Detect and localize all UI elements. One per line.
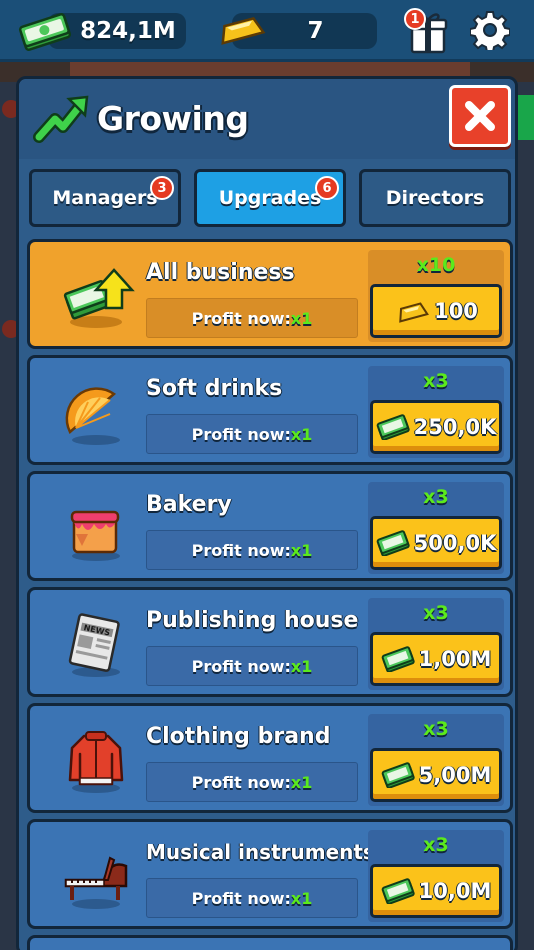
upgrade-row-musical-instruments: Musical instruments Profit now: x1 x3 10…	[27, 819, 513, 929]
cash-icon	[376, 530, 410, 556]
tab-upgrades[interactable]: Upgrades 6	[194, 169, 346, 227]
profit-multiplier: x1	[290, 656, 313, 676]
profit-label: Profit now: x1	[146, 414, 358, 454]
profit-prefix: Profit now:	[191, 424, 291, 444]
buy-area: x3 1,00M	[368, 598, 504, 690]
buy-area: x3 5,00M	[368, 714, 504, 806]
upgrade-multiplier: x10	[416, 254, 456, 276]
gold-balance-value: 7	[307, 18, 324, 44]
tab-bar: Managers 3 Upgrades 6 Directors	[29, 169, 511, 227]
upgrade-name: Musical instruments	[146, 840, 375, 864]
buy-price: 5,00M	[418, 763, 492, 787]
cash-icon	[381, 646, 415, 672]
newspaper-icon: NEWS	[68, 613, 120, 677]
buy-area: x3 250,0K	[368, 366, 504, 458]
cash-upgrade-icon	[63, 268, 135, 328]
profit-multiplier: x1	[290, 888, 313, 908]
buy-button-soft-drinks[interactable]: 250,0K	[370, 400, 502, 454]
buy-button-clothing-brand[interactable]: 5,00M	[370, 748, 502, 802]
cash-icon	[381, 762, 415, 788]
upgrade-name: Clothing brand	[146, 724, 331, 749]
profit-label: Profit now: x1	[146, 530, 358, 570]
cash-balance-value: 824,1M	[80, 18, 176, 44]
upgrade-row-bakery: Bakery Profit now: x1 x3 500,0K	[27, 471, 513, 581]
piano-icon	[64, 856, 128, 909]
growing-panel: Growing Managers 3 Upgrades 6 Directors	[16, 76, 518, 950]
panel-header: Growing	[19, 79, 515, 159]
buy-price: 10,0M	[418, 879, 492, 903]
close-icon	[465, 101, 495, 131]
gold-bar-icon	[221, 16, 266, 45]
upgrade-multiplier: x3	[423, 834, 449, 856]
upgrade-multiplier: x3	[423, 370, 449, 392]
upgrade-row-publishing-house: NEWS Publishing house Profit now: x1 x3	[27, 587, 513, 697]
buy-button-publishing-house[interactable]: 1,00M	[370, 632, 502, 686]
buy-area: x3 10,0M	[368, 830, 504, 922]
cash-stack-icon	[18, 13, 72, 51]
cake-icon	[70, 510, 120, 561]
profit-prefix: Profit now:	[191, 540, 291, 560]
gift-badge: 1	[404, 8, 426, 30]
upgrade-row-soft-drinks: Soft drinks Profit now: x1 x3 250,0K	[27, 355, 513, 465]
upgrade-row-all-business: All business Profit now: x1 x10 100	[27, 239, 513, 349]
tab-upgrades-badge: 6	[315, 176, 339, 200]
profit-multiplier: x1	[290, 540, 313, 560]
upgrade-name: Soft drinks	[146, 376, 283, 401]
cash-icon	[381, 878, 415, 904]
profit-prefix: Profit now:	[191, 772, 291, 792]
profit-prefix: Profit now:	[191, 888, 291, 908]
buy-button-all-business[interactable]: 100	[370, 284, 502, 338]
upgrade-name: Bakery	[146, 492, 232, 517]
tab-managers[interactable]: Managers 3	[29, 169, 181, 227]
profit-multiplier: x1	[290, 772, 313, 792]
profit-multiplier: x1	[290, 424, 313, 444]
tab-managers-label: Managers	[52, 187, 158, 209]
profit-multiplier: x1	[290, 308, 313, 328]
upgrade-name: All business	[146, 260, 295, 285]
trend-up-icon	[33, 95, 89, 143]
gear-icon[interactable]	[470, 10, 510, 50]
close-button[interactable]	[449, 85, 511, 147]
buy-area: x3 500,0K	[368, 482, 504, 574]
background-green-tab	[516, 95, 534, 140]
upgrade-multiplier: x3	[423, 602, 449, 624]
orange-slice-icon	[65, 387, 120, 445]
buy-area: x10 100	[368, 250, 504, 342]
upgrade-row-clothing-brand: Clothing brand Profit now: x1 x3 5,00M	[27, 703, 513, 813]
profit-prefix: Profit now:	[191, 308, 291, 328]
profit-prefix: Profit now:	[191, 656, 291, 676]
upgrade-multiplier: x3	[423, 486, 449, 508]
top-bar: 824,1M 7 1	[0, 0, 534, 62]
upgrade-multiplier: x3	[423, 718, 449, 740]
buy-price: 1,00M	[418, 647, 492, 671]
buy-price: 100	[434, 299, 478, 323]
tab-managers-badge: 3	[150, 176, 174, 200]
profit-label: Profit now: x1	[146, 762, 358, 802]
profit-label: Profit now: x1	[146, 298, 358, 338]
upgrade-list: All business Profit now: x1 x10 100 Soft…	[27, 239, 513, 950]
gold-bar-icon	[399, 302, 430, 323]
tab-upgrades-label: Upgrades	[218, 187, 322, 209]
upgrade-name: Publishing house	[146, 608, 359, 633]
buy-price: 500,0K	[413, 531, 497, 555]
buy-button-musical-instruments[interactable]: 10,0M	[370, 864, 502, 918]
panel-title: Growing	[97, 99, 249, 138]
buy-button-bakery[interactable]: 500,0K	[370, 516, 502, 570]
tab-directors-label: Directors	[385, 187, 485, 209]
cash-icon	[376, 414, 410, 440]
tab-directors[interactable]: Directors	[359, 169, 511, 227]
upgrade-row-partial	[27, 935, 513, 950]
buy-price: 250,0K	[413, 415, 497, 439]
jacket-icon	[68, 731, 124, 793]
profit-label: Profit now: x1	[146, 878, 358, 918]
profit-label: Profit now: x1	[146, 646, 358, 686]
